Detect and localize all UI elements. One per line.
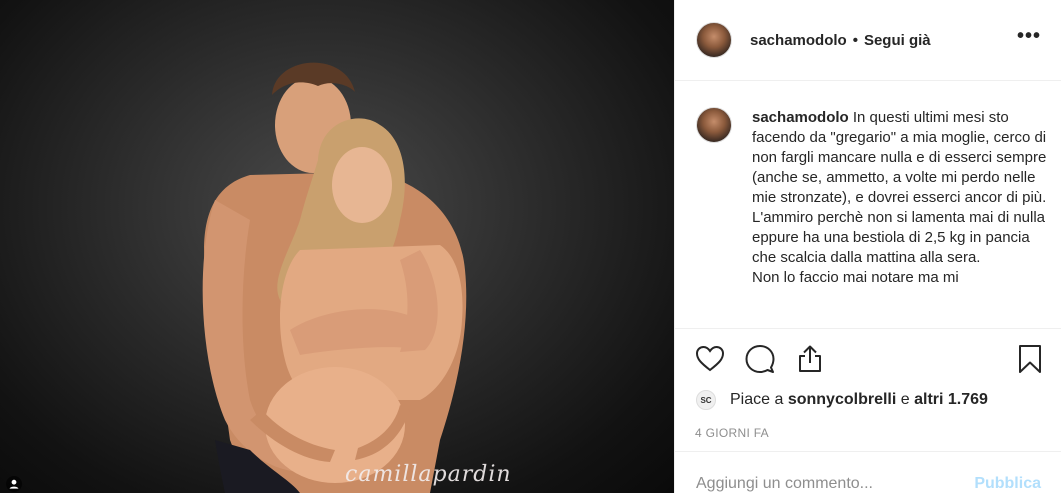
post-header: sachamodolo • Segui già •••: [675, 0, 1061, 81]
comment-icon[interactable]: [745, 344, 775, 374]
likes-prefix: Piace a: [730, 391, 784, 408]
caption-line-2: L'ammiro perchè non si lamenta mai di nu…: [752, 209, 1046, 266]
photographer-watermark: camillapardin: [345, 462, 512, 487]
liker-avatar[interactable]: SC: [696, 390, 716, 410]
bookmark-icon[interactable]: [1015, 344, 1045, 374]
author-username[interactable]: sachamodolo: [750, 32, 847, 49]
publish-button[interactable]: Pubblica: [974, 475, 1041, 493]
likes-summary: SC Piace a sonnycolbrelli e altri 1.769: [696, 388, 988, 412]
likes-conjunction: e: [900, 391, 910, 408]
person-tag-icon[interactable]: [6, 476, 22, 492]
post-timestamp[interactable]: 4 GIORNI FA: [695, 426, 769, 440]
caption-username[interactable]: sachamodolo: [752, 109, 849, 126]
follow-status-button[interactable]: Segui già: [864, 32, 931, 49]
caption-avatar[interactable]: [696, 107, 732, 143]
caption-line-3: Non lo faccio mai notare ma mi: [752, 269, 959, 286]
likes-others-link[interactable]: altri 1.769: [914, 391, 988, 409]
comment-form: Pubblica: [675, 451, 1061, 495]
action-bar: [675, 328, 1061, 391]
caption-text: sachamodolo In questi ultimi mesi sto fa…: [752, 108, 1048, 288]
separator-dot: •: [852, 31, 858, 49]
liker-username[interactable]: sonnycolbrelli: [788, 391, 896, 409]
comment-input[interactable]: [696, 473, 946, 495]
post-image[interactable]: camillapardin: [0, 0, 674, 493]
caption-section: sachamodolo In questi ultimi mesi sto fa…: [675, 81, 1061, 328]
post-side-panel: sachamodolo • Segui già ••• sachamodolo …: [674, 0, 1061, 495]
avatar[interactable]: [696, 22, 732, 58]
photo-illustration: [202, 62, 467, 493]
share-icon[interactable]: [795, 344, 825, 374]
heart-icon[interactable]: [695, 344, 725, 374]
more-options-icon[interactable]: •••: [1017, 26, 1041, 46]
